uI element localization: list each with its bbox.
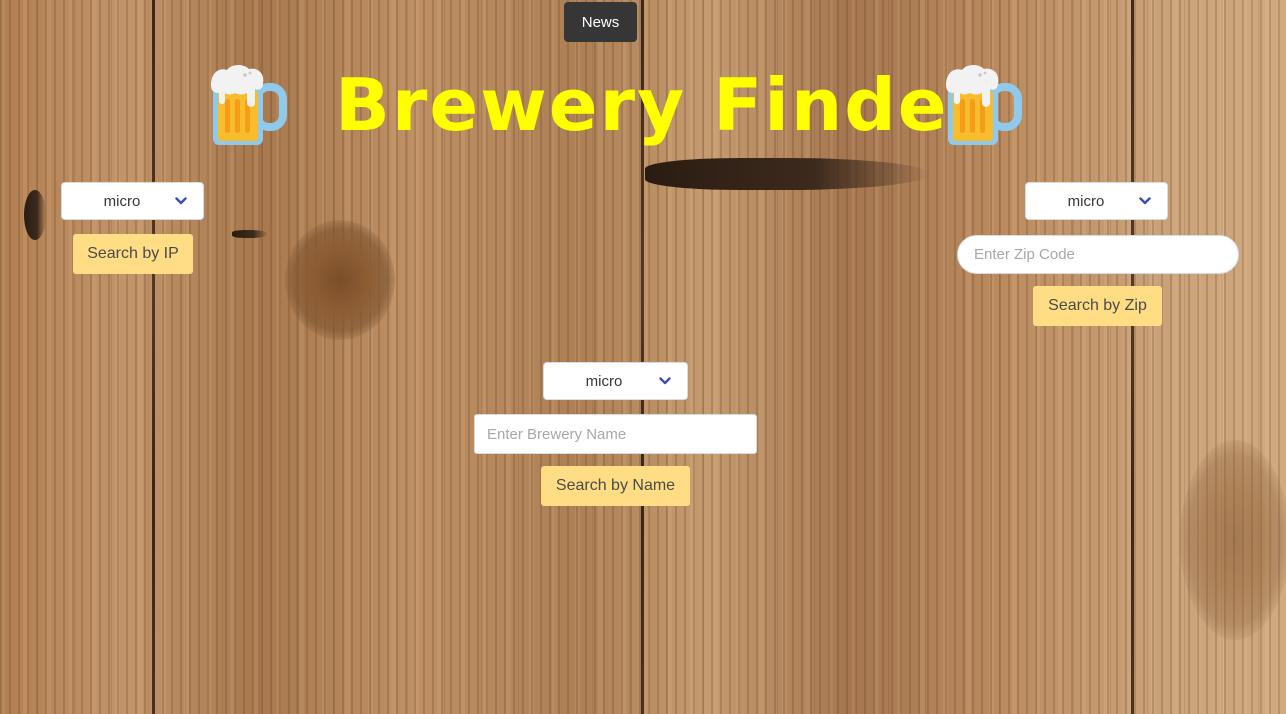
ip-type-select[interactable]: micro: [61, 182, 204, 220]
plank-seam: [152, 0, 155, 714]
plank-seam: [1131, 0, 1134, 714]
brewery-name-input[interactable]: [474, 414, 757, 454]
chevron-down-icon: [659, 377, 671, 385]
chevron-down-icon: [1139, 197, 1151, 205]
zip-type-select[interactable]: micro: [1025, 182, 1168, 220]
beer-mug-icon: [211, 64, 287, 145]
zip-code-input[interactable]: [957, 235, 1239, 274]
ip-type-select-value: micro: [103, 193, 141, 210]
name-type-select[interactable]: micro: [543, 362, 688, 400]
zip-type-select-value: micro: [1067, 193, 1105, 210]
news-button[interactable]: News: [564, 2, 637, 42]
wood-crack: [645, 158, 930, 190]
wood-knot: [1180, 440, 1286, 640]
search-by-zip-button[interactable]: Search by Zip: [1033, 286, 1162, 326]
wood-crack: [24, 190, 46, 240]
page-title: Brewery Finder: [335, 63, 987, 147]
name-type-select-value: micro: [585, 373, 623, 390]
beer-mug-icon: [946, 64, 1022, 145]
wood-crack: [232, 230, 268, 238]
wood-knot: [285, 220, 395, 340]
search-by-ip-button[interactable]: Search by IP: [73, 234, 193, 274]
title-row: Brewery Finder: [205, 60, 1025, 150]
chevron-down-icon: [175, 197, 187, 205]
search-by-name-button[interactable]: Search by Name: [541, 466, 690, 506]
